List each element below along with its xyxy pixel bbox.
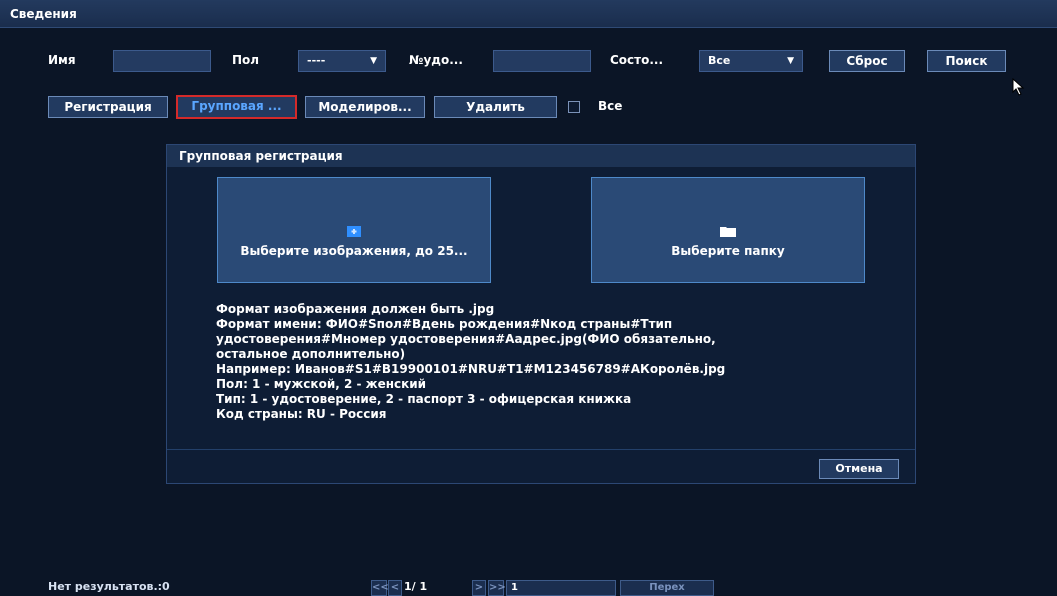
cancel-button[interactable]: Отмена	[819, 459, 899, 479]
instruction-line: Формат имени: ФИО#Sпол#Вдень рождения#Nк…	[216, 317, 673, 331]
gender-label: Пол	[232, 53, 260, 67]
name-label: Имя	[48, 53, 76, 67]
select-images-tile[interactable]: Выберите изображения, до 25...	[217, 177, 491, 283]
chevron-down-icon: ▼	[787, 56, 794, 66]
dialog-title: Групповая регистрация	[167, 145, 915, 167]
instruction-line: остальное дополнительно)	[216, 347, 406, 361]
search-button[interactable]: Поиск	[927, 50, 1006, 72]
modeling-button[interactable]: Моделиров...	[305, 96, 425, 118]
id-number-label: №удо...	[409, 53, 463, 67]
cursor-icon	[1012, 78, 1025, 96]
reset-button[interactable]: Сброс	[829, 50, 905, 72]
register-button[interactable]: Регистрация	[48, 96, 168, 118]
gender-select[interactable]: ---- ▼	[298, 50, 386, 72]
instruction-line: Тип: 1 - удостоверение, 2 - паспорт 3 - …	[216, 392, 632, 406]
add-image-icon	[347, 226, 361, 237]
folder-icon	[720, 227, 736, 237]
delete-button[interactable]: Удалить	[434, 96, 557, 118]
name-input[interactable]	[113, 50, 211, 72]
dialog-footer: Отмена	[167, 449, 915, 485]
batch-register-button[interactable]: Групповая ...	[176, 95, 297, 119]
select-images-label: Выберите изображения, до 25...	[240, 244, 468, 258]
title-bar: Сведения	[0, 0, 1057, 28]
select-all-checkbox[interactable]	[568, 101, 580, 113]
id-number-input[interactable]	[493, 50, 591, 72]
instruction-line: Код страны: RU - Россия	[216, 407, 387, 421]
instruction-line: удостоверения#Мномер удостоверения#Аадре…	[216, 332, 716, 346]
page-title: Сведения	[10, 7, 77, 21]
status-select-value: Все	[708, 54, 731, 67]
page-indicator: 1/ 1	[404, 580, 428, 593]
status-select[interactable]: Все ▼	[699, 50, 803, 72]
results-count: Нет результатов.:0	[48, 580, 170, 593]
instruction-line: Пол: 1 - мужской, 2 - женский	[216, 377, 427, 391]
select-folder-tile[interactable]: Выберите папку	[591, 177, 865, 283]
instruction-line: Например: Иванов#S1#B19900101#NRU#T1#M12…	[216, 362, 726, 376]
gender-select-value: ----	[307, 54, 326, 67]
select-all-label: Все	[598, 99, 623, 113]
chevron-down-icon: ▼	[370, 56, 377, 66]
status-label: Состо...	[610, 53, 664, 67]
format-instructions: Формат изображения должен быть .jpg Форм…	[216, 302, 836, 422]
instruction-line: Формат изображения должен быть .jpg	[216, 302, 495, 316]
select-folder-label: Выберите папку	[671, 244, 785, 258]
